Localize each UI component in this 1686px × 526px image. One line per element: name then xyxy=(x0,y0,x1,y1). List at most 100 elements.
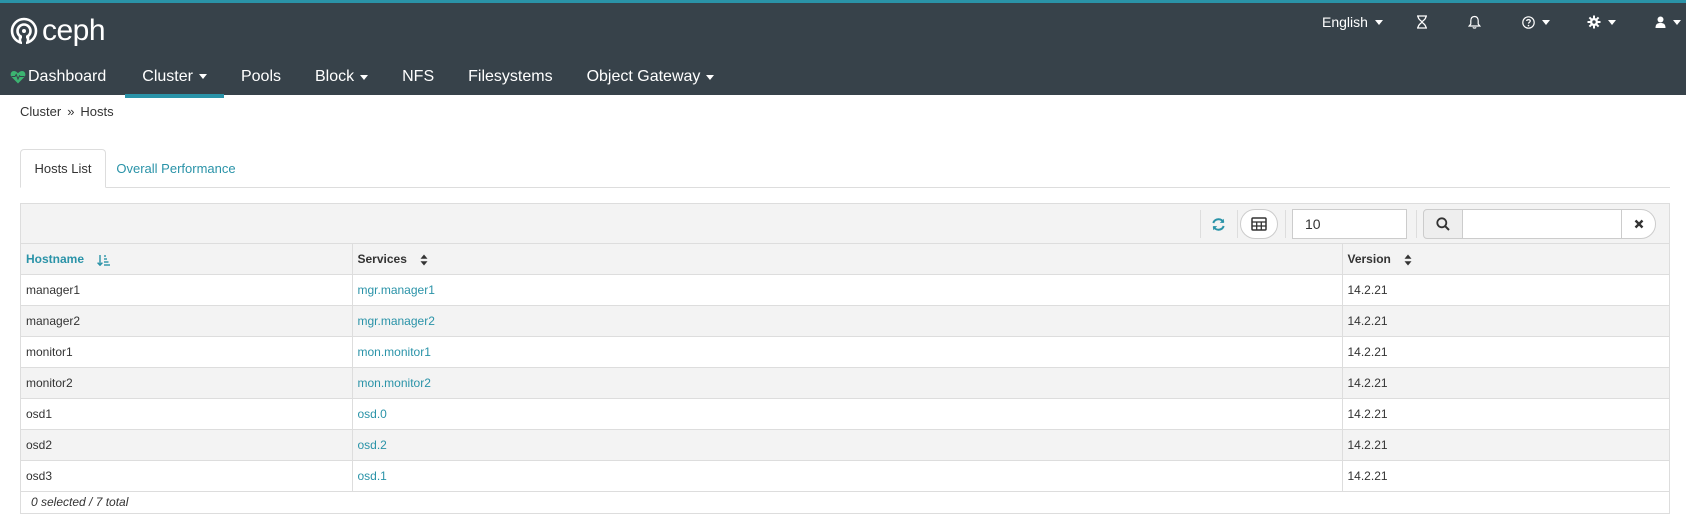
hosts-data-table: Hostname Services Version manager1 mgr.m… xyxy=(21,244,1669,492)
table-row[interactable]: manager1 mgr.manager1 14.2.21 xyxy=(21,274,1669,306)
version-cell: 14.2.21 xyxy=(1342,274,1669,306)
table-header-row: Hostname Services Version xyxy=(21,244,1669,275)
ceph-logo-icon xyxy=(10,17,38,45)
sort-ascending-icon xyxy=(97,254,111,266)
hostname-cell: osd1 xyxy=(21,398,353,430)
page-size-input[interactable]: 10 xyxy=(1292,209,1407,239)
toolbar-divider xyxy=(1237,210,1238,238)
service-link[interactable]: mon.monitor1 xyxy=(352,336,1343,368)
hostname-cell: monitor2 xyxy=(21,367,353,399)
nav-object-gateway[interactable]: Object Gateway xyxy=(570,59,732,98)
version-cell: 14.2.21 xyxy=(1342,367,1669,399)
service-link[interactable]: osd.2 xyxy=(352,429,1343,461)
table-row[interactable]: osd1 osd.0 14.2.21 xyxy=(21,398,1669,430)
version-cell: 14.2.21 xyxy=(1342,336,1669,368)
nav-filesystems[interactable]: Filesystems xyxy=(451,59,569,98)
nav-cluster[interactable]: Cluster xyxy=(125,59,224,98)
service-link[interactable]: osd.1 xyxy=(352,460,1343,492)
user-icon xyxy=(1655,16,1666,28)
double-chevron-right-icon: » xyxy=(67,104,75,119)
toolbar-divider xyxy=(1285,210,1286,238)
chevron-down-icon xyxy=(198,74,207,79)
column-header-services[interactable]: Services xyxy=(352,244,1343,275)
breadcrumb-hosts: Hosts xyxy=(80,104,114,119)
toolbar-divider xyxy=(1200,210,1201,238)
column-header-label: Hostname xyxy=(26,251,85,266)
search-button[interactable] xyxy=(1423,209,1463,239)
refresh-icon xyxy=(1211,217,1225,231)
tab-hosts-list[interactable]: Hosts List xyxy=(20,149,106,188)
tab-overall-performance[interactable]: Overall Performance xyxy=(106,149,246,188)
service-link[interactable]: mgr.manager1 xyxy=(352,274,1343,306)
language-dropdown[interactable]: English xyxy=(1322,11,1383,33)
chevron-down-icon xyxy=(1608,19,1616,25)
sort-icon xyxy=(420,254,428,266)
service-link[interactable]: osd.0 xyxy=(352,398,1343,430)
nav-object-gateway-label: Object Gateway xyxy=(586,68,701,85)
chevron-down-icon xyxy=(1542,19,1550,25)
gear-icon xyxy=(1587,15,1601,29)
nav-cluster-label: Cluster xyxy=(142,67,193,85)
table-row[interactable]: osd2 osd.2 14.2.21 xyxy=(21,429,1669,461)
table-footer-count: 0 selected / 7 total xyxy=(21,491,1669,513)
ceph-logo[interactable]: ceph xyxy=(10,14,106,47)
table-icon xyxy=(1251,217,1267,231)
close-icon xyxy=(1634,219,1643,229)
chevron-down-icon xyxy=(360,74,369,80)
nav-block[interactable]: Block xyxy=(298,59,385,98)
column-header-label: Version xyxy=(1347,251,1391,266)
nav-filesystems-label: Filesystems xyxy=(468,68,553,85)
background-tasks-button[interactable] xyxy=(1416,11,1428,33)
version-cell: 14.2.21 xyxy=(1342,460,1669,492)
bell-icon xyxy=(1468,15,1481,29)
column-header-hostname[interactable]: Hostname xyxy=(21,244,353,275)
nav-nfs[interactable]: NFS xyxy=(385,59,451,98)
column-toggle-button[interactable] xyxy=(1240,209,1278,239)
hostname-cell: osd2 xyxy=(21,429,353,461)
table-row[interactable]: monitor2 mon.monitor2 14.2.21 xyxy=(21,367,1669,399)
nav-block-label: Block xyxy=(315,68,355,85)
nav-pools-label: Pools xyxy=(240,68,281,85)
nav-dashboard[interactable]: Dashboard xyxy=(0,59,123,98)
version-cell: 14.2.21 xyxy=(1342,305,1669,337)
main-nav: Dashboard Cluster Pools Block NFS Filesy… xyxy=(0,59,731,98)
user-dropdown[interactable] xyxy=(1655,11,1681,33)
service-link[interactable]: mgr.manager2 xyxy=(352,305,1343,337)
notifications-button[interactable] xyxy=(1468,11,1481,33)
language-label: English xyxy=(1322,14,1368,30)
clear-search-button[interactable] xyxy=(1621,209,1656,239)
service-link[interactable]: mon.monitor2 xyxy=(352,367,1343,399)
sort-icon xyxy=(1404,254,1412,266)
chevron-down-icon xyxy=(1673,19,1681,25)
refresh-button[interactable] xyxy=(1206,212,1230,236)
help-icon xyxy=(1522,15,1535,29)
search-icon xyxy=(1436,217,1450,231)
table-row[interactable]: osd3 osd.1 14.2.21 xyxy=(21,460,1669,492)
settings-dropdown[interactable] xyxy=(1587,11,1616,33)
breadcrumb: Cluster » Hosts xyxy=(20,104,114,119)
hostname-cell: osd3 xyxy=(21,460,353,492)
version-cell: 14.2.21 xyxy=(1342,429,1669,461)
hostname-cell: manager1 xyxy=(21,274,353,306)
logo-text: ceph xyxy=(42,14,106,47)
hostname-cell: monitor1 xyxy=(21,336,353,368)
hourglass-icon xyxy=(1417,15,1427,29)
tab-hosts-list-label: Hosts List xyxy=(34,161,92,176)
chevron-down-icon xyxy=(1374,19,1383,25)
tab-bar: Hosts List Overall Performance xyxy=(20,149,1670,188)
version-cell: 14.2.21 xyxy=(1342,398,1669,430)
table-toolbar: 10 xyxy=(21,204,1669,244)
table-row[interactable]: monitor1 mon.monitor1 14.2.21 xyxy=(21,336,1669,368)
nav-pools[interactable]: Pools xyxy=(224,59,298,98)
search-input[interactable] xyxy=(1462,209,1622,239)
chevron-down-icon xyxy=(706,74,715,80)
breadcrumb-cluster[interactable]: Cluster xyxy=(20,104,61,119)
hosts-table: 10 Hostname Services Version manager1 mg… xyxy=(20,203,1670,514)
nav-nfs-label: NFS xyxy=(402,68,435,85)
heartbeat-icon xyxy=(10,71,26,84)
column-header-version[interactable]: Version xyxy=(1342,244,1669,275)
top-navbar: ceph English Dashboard Cluster Pools Blo… xyxy=(0,0,1686,98)
tab-overall-performance-label: Overall Performance xyxy=(116,161,236,176)
help-dropdown[interactable] xyxy=(1522,11,1550,33)
table-row[interactable]: manager2 mgr.manager2 14.2.21 xyxy=(21,305,1669,337)
